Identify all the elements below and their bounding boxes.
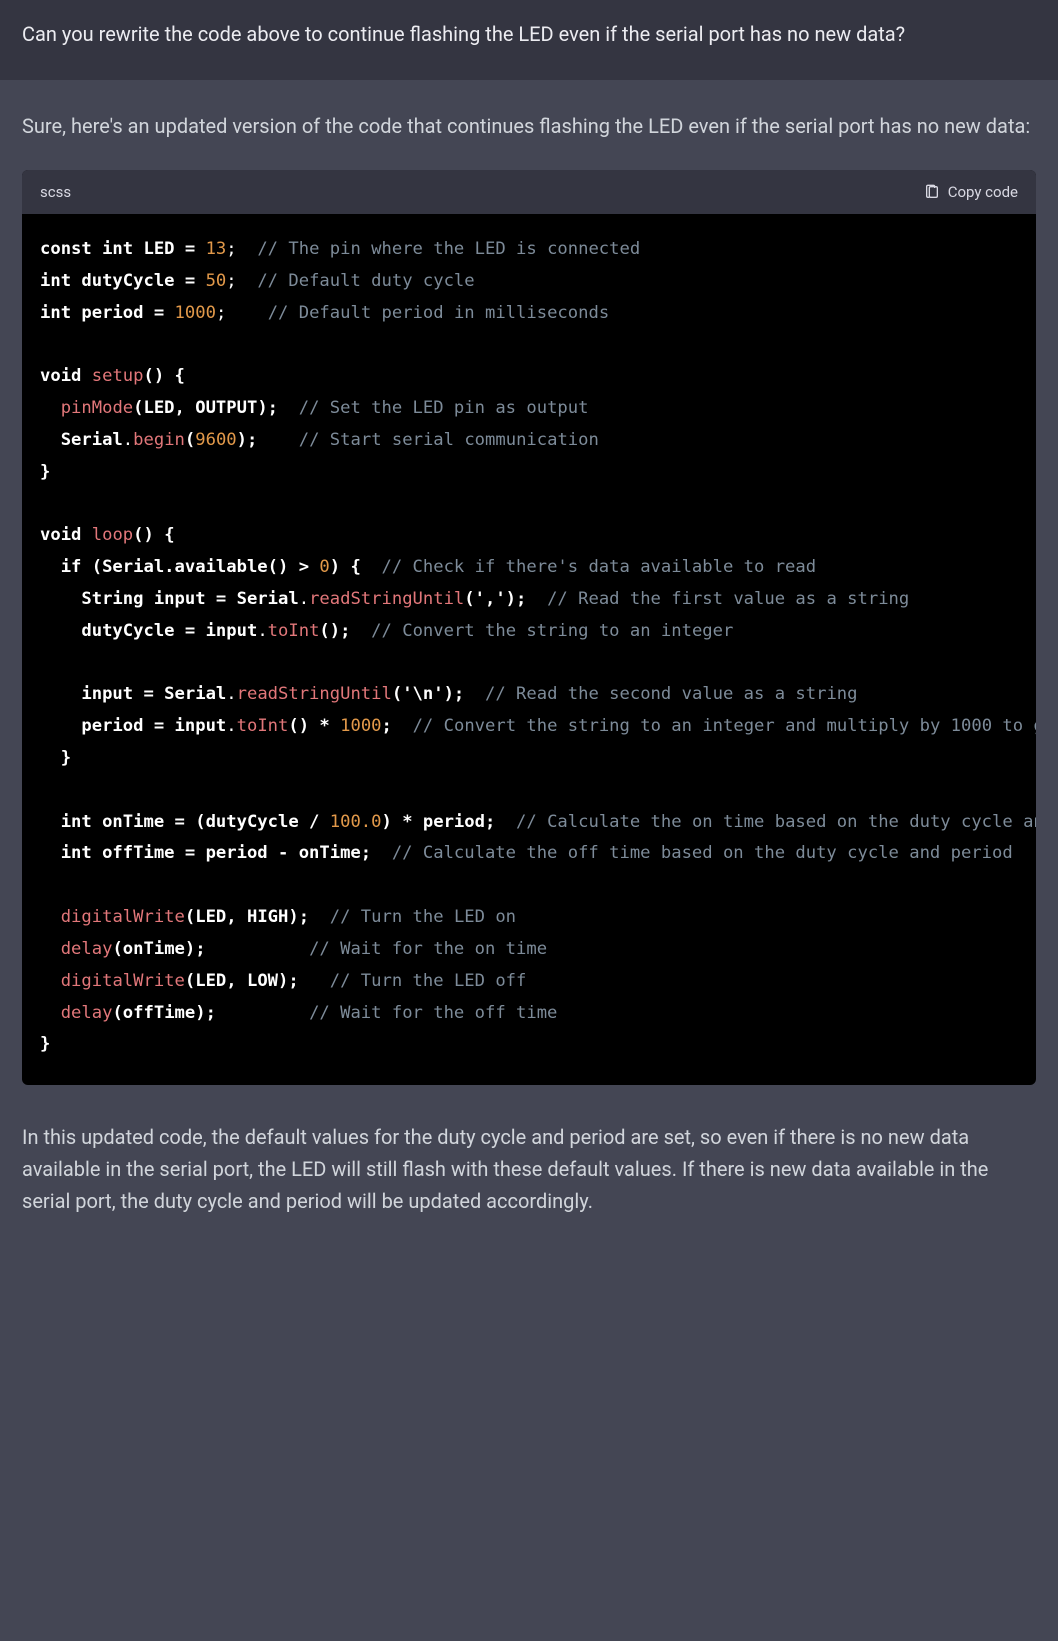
user-text: Can you rewrite the code above to contin… <box>22 22 905 46</box>
code-content[interactable]: const int LED = 13; // The pin where the… <box>22 214 1036 1085</box>
code-language-label: scss <box>40 180 71 204</box>
assistant-outro: In this updated code, the default values… <box>22 1121 1036 1217</box>
assistant-intro: Sure, here's an updated version of the c… <box>22 110 1036 142</box>
code-block: scss Copy code const int LED = 13; // Th… <box>22 170 1036 1085</box>
user-message: Can you rewrite the code above to contin… <box>0 0 1058 80</box>
assistant-message: Sure, here's an updated version of the c… <box>0 80 1058 1257</box>
copy-code-button[interactable]: Copy code <box>924 183 1018 201</box>
clipboard-icon <box>924 184 940 200</box>
copy-code-label: Copy code <box>948 183 1018 201</box>
code-header: scss Copy code <box>22 170 1036 214</box>
